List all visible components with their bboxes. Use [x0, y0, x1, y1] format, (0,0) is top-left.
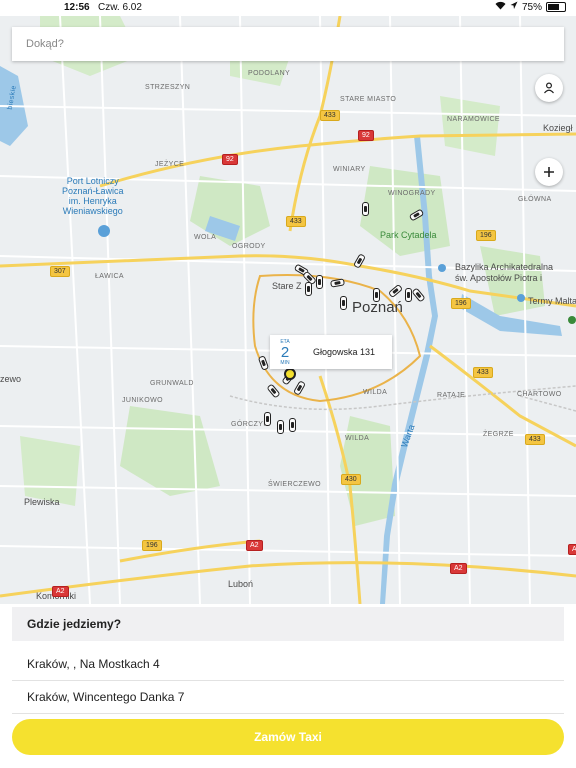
taxi-car-icon[interactable]	[289, 418, 296, 432]
battery-icon	[546, 2, 566, 12]
map-label-lubon: Luboń	[228, 579, 254, 589]
airport-line-3: im. Henryka	[68, 196, 117, 206]
road-shield-196: 196	[476, 230, 496, 241]
map-label-lawica: ŁAWICA	[95, 273, 124, 280]
map-background	[0, 16, 576, 604]
map-label-rataje: RATAJE	[437, 392, 466, 399]
status-bar: 12:56 Czw. 6.02 75%	[0, 0, 576, 16]
map-label-ogrody: OGRODY	[232, 243, 266, 250]
status-indicators: 75%	[495, 1, 566, 13]
road-shield-a2: A2	[52, 586, 69, 597]
map-label-bazylika-2: św. Apostołów Piotra i	[455, 273, 543, 283]
road-shield-92: 92	[222, 154, 238, 165]
road-shield-196: 196	[142, 540, 162, 551]
order-taxi-button[interactable]: Zamów Taxi	[12, 719, 564, 755]
road-shield-a2: A2	[246, 540, 263, 551]
map-label-chartowo: CHARTOWO	[517, 391, 562, 398]
taxi-car-icon[interactable]	[305, 282, 312, 296]
pickup-pin-icon[interactable]	[284, 368, 296, 380]
road-shield-433: 433	[320, 110, 340, 121]
recent-address-item[interactable]: Kraków, Wincentego Danka 7	[12, 681, 564, 714]
status-time: 12:56	[64, 2, 90, 13]
eta-value: 2	[280, 343, 290, 361]
map-label-winiary: WINIARY	[333, 166, 366, 173]
map-label-termy: Termy Malta	[528, 296, 576, 306]
airport-line-2: Poznań-Ławica	[62, 186, 124, 196]
person-icon	[544, 82, 554, 94]
map-label-zegrze: ŻEGRZE	[483, 431, 514, 438]
taxi-car-icon[interactable]	[340, 296, 347, 310]
map-label-airport: Port Lotniczy Poznań-Ławica im. Henryka …	[62, 176, 124, 216]
map-label-wilda-lower: WILDA	[345, 435, 370, 442]
road-shield-307: 307	[50, 266, 70, 277]
eta-box: ETA 2 MIN	[270, 339, 300, 366]
map-label-grunwald: GRUNWALD	[150, 380, 194, 387]
map-label-podolany: PODOLANY	[248, 70, 291, 77]
map-label-winogrady: WINOGRADY	[388, 190, 436, 197]
recent-address-item[interactable]: Kraków, , Na Mostkach 4	[12, 648, 564, 681]
road-shield-a2: A2	[450, 563, 467, 574]
road-shield-433: 433	[473, 367, 493, 378]
wifi-icon	[495, 1, 506, 13]
map-label-plewiska: Plewiska	[24, 497, 60, 507]
zoom-in-button[interactable]	[535, 158, 563, 186]
road-shield-430: 430	[341, 474, 361, 485]
map-label-stare-miasto: STARE MIASTO	[340, 96, 397, 103]
airport-line-4: Wieniawskiego	[62, 206, 123, 216]
map-label-wola: WOLA	[194, 234, 217, 241]
road-shield-433: 433	[525, 434, 545, 445]
destination-input[interactable]	[12, 27, 560, 61]
taxi-car-icon[interactable]	[277, 420, 284, 434]
section-header: Gdzie jedziemy?	[12, 607, 564, 641]
road-shield-a2: A2	[568, 544, 576, 555]
map-label-naramowice: NARAMOWICE	[447, 116, 500, 123]
eta-unit: MIN	[280, 359, 290, 366]
taxi-car-icon[interactable]	[405, 288, 412, 302]
map-label-junikowo: JUNIKOWO	[122, 397, 163, 404]
map-label-strzeszyn: STRZESZYN	[145, 84, 191, 91]
airport-line-1: Port Lotniczy	[66, 176, 119, 186]
pickup-address: Głogowska 131	[313, 347, 376, 357]
eta-callout[interactable]: ETA 2 MIN Głogowska 131	[270, 335, 392, 369]
plus-icon	[544, 167, 554, 177]
map-view[interactable]: STRZESZYN PODOLANY STARE MIASTO NARAMOWI…	[0, 16, 576, 604]
road-shield-196: 196	[451, 298, 471, 309]
map-label-park-cytadela: Park Cytadela	[380, 230, 437, 240]
map-label-bazylika-1: Bazylika Archikatedralna	[455, 262, 554, 272]
map-label-jezyce: JEŻYCE	[155, 161, 185, 168]
destination-search[interactable]	[12, 27, 564, 61]
road-shield-92: 92	[358, 130, 374, 141]
taxi-car-icon[interactable]	[264, 412, 271, 426]
taxi-car-icon[interactable]	[373, 288, 380, 302]
map-label-glowna: GŁÓWNA	[518, 196, 552, 203]
battery-percent: 75%	[521, 1, 542, 13]
map-label-stare-z: Stare Z	[272, 281, 302, 291]
taxi-car-icon[interactable]	[362, 202, 369, 216]
status-date: Czw. 6.02	[98, 2, 142, 13]
map-label-zewo: zewo	[0, 374, 22, 384]
map-label-koziegl: Koziegł	[543, 123, 573, 133]
map-label-wilda-upper: WILDA	[363, 389, 388, 396]
road-shield-433: 433	[286, 216, 306, 227]
profile-button[interactable]	[535, 74, 563, 102]
taxi-car-icon[interactable]	[316, 275, 323, 289]
map-label-swierczewo: ŚWIERCZEWO	[268, 481, 321, 488]
location-arrow-icon	[510, 1, 518, 13]
